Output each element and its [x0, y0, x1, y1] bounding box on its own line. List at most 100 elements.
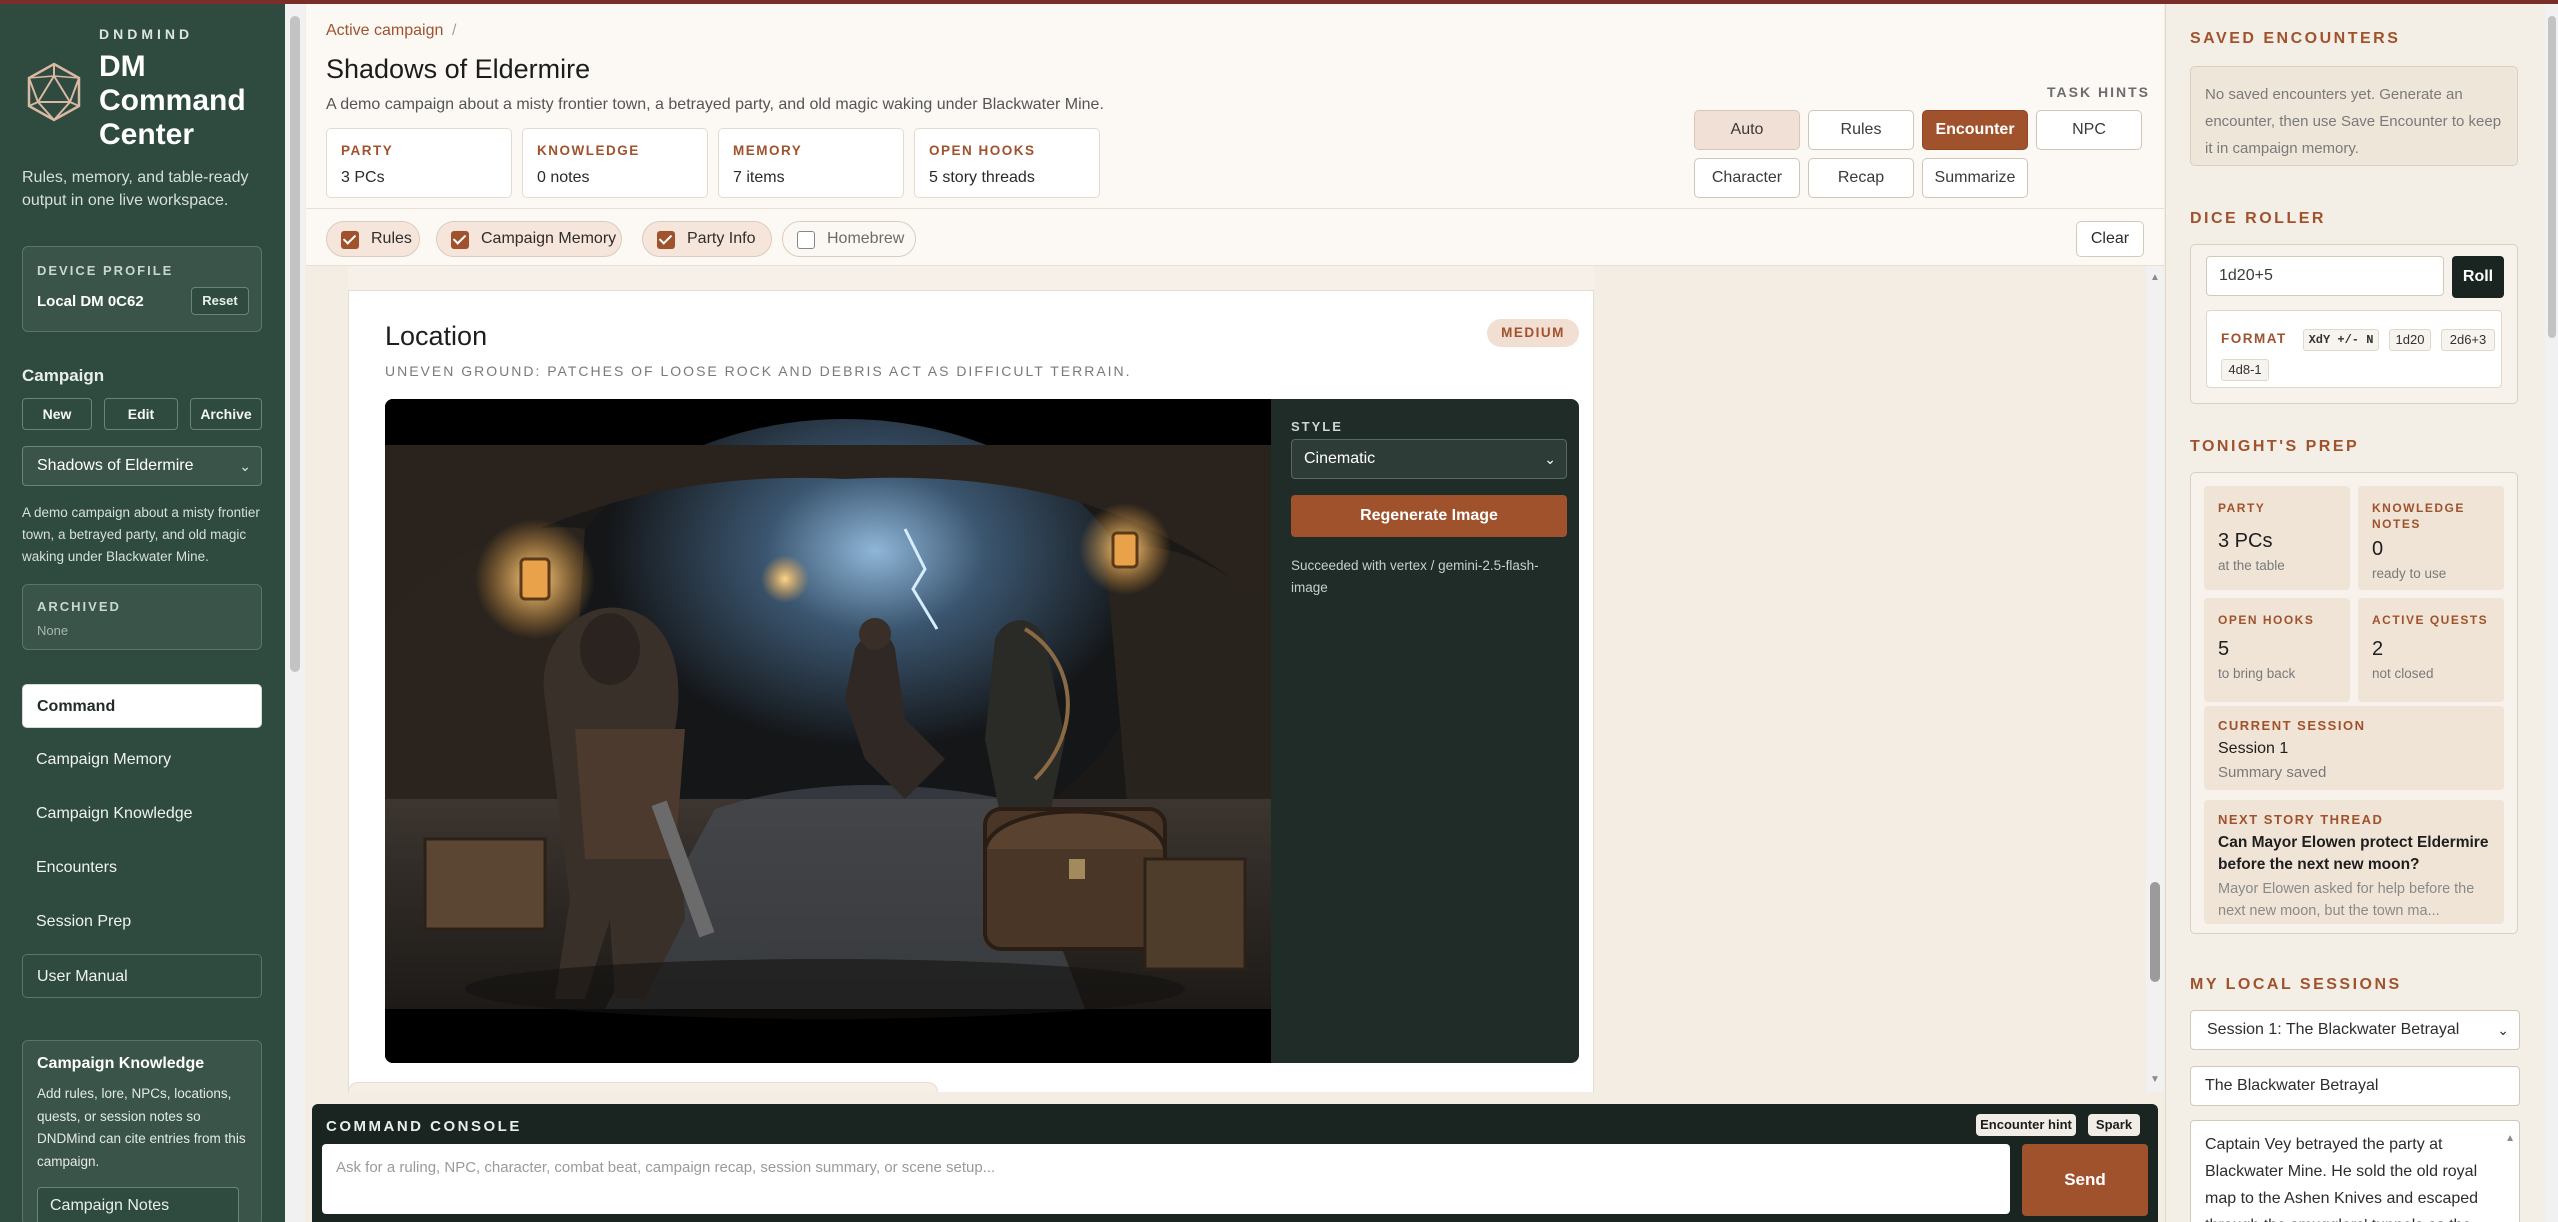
- tile-sub: not closed: [2372, 666, 2434, 681]
- device-profile-label: DEVICE PROFILE: [37, 263, 174, 278]
- filter-party-info-checkbox[interactable]: Party Info: [642, 221, 772, 257]
- nav-item-session-prep[interactable]: Session Prep: [22, 900, 262, 944]
- page-scrollbar-thumb[interactable]: [2548, 16, 2556, 338]
- prep-tile-knowledge: KNOWLEDGE NOTES 0 ready to use: [2358, 486, 2504, 590]
- stat-memory: MEMORY 7 items: [718, 128, 904, 198]
- session-summary-textarea[interactable]: Captain Vey betrayed the party at Blackw…: [2190, 1120, 2520, 1222]
- hint-encounter-button[interactable]: Encounter: [1922, 110, 2028, 150]
- command-input[interactable]: Ask for a ruling, NPC, character, combat…: [322, 1144, 2010, 1214]
- session-select[interactable]: Session 1: The Blackwater Betrayal ⌄: [2190, 1010, 2520, 1050]
- output-area: Location MEDIUM UNEVEN GROUND: PATCHES O…: [306, 266, 2164, 1092]
- generated-scene-image: [385, 399, 1271, 1063]
- nav-item-campaign-memory[interactable]: Campaign Memory: [22, 738, 262, 782]
- local-sessions-heading: MY LOCAL SESSIONS: [2190, 976, 2402, 993]
- filter-label: Rules: [371, 230, 412, 247]
- scroll-up-arrow-icon[interactable]: ▲: [2505, 1125, 2515, 1152]
- nav-item-user-manual[interactable]: User Manual: [22, 954, 262, 998]
- next-story-thread-tile[interactable]: NEXT STORY THREAD Can Mayor Elowen prote…: [2204, 800, 2504, 924]
- campaign-header: Active campaign / Shadows of Eldermire A…: [306, 4, 2164, 208]
- image-style-value: Cinematic: [1304, 450, 1376, 467]
- stat-party: PARTY 3 PCs: [326, 128, 512, 198]
- hint-rules-button[interactable]: Rules: [1808, 110, 1914, 150]
- tile-value: 5: [2218, 638, 2230, 660]
- session-select-value: Session 1: The Blackwater Betrayal: [2207, 1021, 2460, 1038]
- cave-scene-illustration: [385, 399, 1271, 1063]
- format-chip[interactable]: 2d6+3: [2441, 329, 2495, 351]
- page-scrollbar[interactable]: [2545, 4, 2558, 1222]
- stat-label: KNOWLEDGE: [537, 143, 640, 158]
- filter-campaign-memory-checkbox[interactable]: Campaign Memory: [436, 221, 622, 257]
- tile-sub: ready to use: [2372, 566, 2447, 581]
- prep-tile-open-hooks: OPEN HOOKS 5 to bring back: [2204, 598, 2350, 702]
- location-card: Location MEDIUM UNEVEN GROUND: PATCHES O…: [348, 290, 1594, 1092]
- new-campaign-button[interactable]: New: [22, 398, 92, 430]
- scroll-down-arrow-icon[interactable]: ▼: [2150, 1074, 2160, 1085]
- previous-card-edge: [348, 266, 1594, 292]
- tile-sub: to bring back: [2218, 666, 2296, 681]
- filter-rules-checkbox[interactable]: Rules: [326, 221, 420, 257]
- tile-sub: at the table: [2218, 558, 2285, 573]
- image-style-select[interactable]: Cinematic ⌄: [1291, 439, 1567, 479]
- send-button[interactable]: Send: [2022, 1144, 2148, 1216]
- dice-expression-input[interactable]: 1d20+5: [2206, 256, 2444, 296]
- output-scrollbar[interactable]: ▲ ▼: [2146, 266, 2164, 1092]
- d20-logo-icon: [27, 62, 81, 122]
- campaign-notes-button[interactable]: Campaign Notes: [37, 1187, 239, 1222]
- chevron-down-icon: ⌄: [2497, 1022, 2509, 1038]
- task-hints-label: TASK HINTS: [2047, 84, 2150, 100]
- sidebar-scrollbar[interactable]: [285, 4, 305, 1222]
- clear-button[interactable]: Clear: [2076, 221, 2144, 257]
- stat-label: MEMORY: [733, 143, 803, 158]
- tile-value: 0: [2372, 538, 2384, 560]
- tonights-prep-heading: TONIGHT'S PREP: [2190, 438, 2360, 455]
- nav-item-command[interactable]: Command: [22, 684, 262, 728]
- hint-character-button[interactable]: Character: [1694, 158, 1800, 198]
- campaign-knowledge-desc: Add rules, lore, NPCs, locations, quests…: [37, 1086, 246, 1169]
- page-subtitle: A demo campaign about a misty frontier t…: [326, 96, 1104, 113]
- reset-device-button[interactable]: Reset: [191, 287, 249, 315]
- checkbox-checked-icon: [341, 231, 359, 249]
- prep-tile-active-quests: ACTIVE QUESTS 2 not closed: [2358, 598, 2504, 702]
- spark-button[interactable]: Spark: [2088, 1114, 2140, 1136]
- hint-recap-button[interactable]: Recap: [1808, 158, 1914, 198]
- current-session-value: Session 1: [2218, 740, 2289, 757]
- roll-button[interactable]: Roll: [2452, 256, 2504, 298]
- tile-label: OPEN HOOKS: [2218, 613, 2315, 627]
- breadcrumb[interactable]: Active campaign: [326, 22, 443, 40]
- generation-status: Succeeded with vertex / gemini-2.5-flash…: [1291, 558, 1539, 595]
- hint-npc-button[interactable]: NPC: [2036, 110, 2142, 150]
- campaign-knowledge-panel: Campaign Knowledge Add rules, lore, NPCs…: [22, 1040, 262, 1222]
- device-name: Local DM 0C62: [37, 293, 144, 310]
- filter-label: Campaign Memory: [481, 230, 617, 247]
- campaign-select[interactable]: Shadows of Eldermire ⌄: [22, 446, 262, 486]
- left-sidebar: DNDMIND DM Command Center Rules, memory,…: [0, 4, 285, 1222]
- nav-item-campaign-knowledge[interactable]: Campaign Knowledge: [22, 792, 262, 836]
- location-card-title: Location: [385, 321, 488, 351]
- hint-auto-button[interactable]: Auto: [1694, 110, 1800, 150]
- format-chip[interactable]: 4d8-1: [2221, 359, 2269, 381]
- sidebar-scrollbar-thumb[interactable]: [290, 16, 300, 672]
- nav-item-encounters[interactable]: Encounters: [22, 846, 262, 890]
- location-card-subtitle: UNEVEN GROUND: PATCHES OF LOOSE ROCK AND…: [385, 363, 1132, 379]
- breadcrumb-separator: /: [452, 22, 457, 39]
- output-scrollbar-thumb[interactable]: [2150, 882, 2160, 982]
- right-sidebar: SAVED ENCOUNTERS No saved encounters yet…: [2165, 4, 2545, 1222]
- filter-homebrew-checkbox[interactable]: Homebrew: [782, 221, 916, 257]
- style-label: STYLE: [1291, 419, 1343, 434]
- saved-encounters-heading: SAVED ENCOUNTERS: [2190, 30, 2401, 47]
- tile-label: ACTIVE QUESTS: [2372, 613, 2489, 627]
- regenerate-image-button[interactable]: Regenerate Image: [1291, 495, 1567, 537]
- archive-campaign-button[interactable]: Archive: [190, 398, 262, 430]
- scroll-up-arrow-icon[interactable]: ▲: [2150, 272, 2160, 283]
- tile-value: 3 PCs: [2218, 530, 2273, 552]
- format-chip[interactable]: XdY +/- N: [2303, 329, 2379, 351]
- hint-summarize-button[interactable]: Summarize: [1922, 158, 2028, 198]
- command-console: COMMAND CONSOLE Encounter hint Spark Ask…: [312, 1104, 2158, 1222]
- encounter-hint-tag[interactable]: Encounter hint: [1976, 1114, 2076, 1136]
- prep-tile-party: PARTY 3 PCs at the table: [2204, 486, 2350, 590]
- session-title-input[interactable]: The Blackwater Betrayal: [2190, 1066, 2520, 1106]
- stat-value: 7 items: [733, 169, 785, 186]
- format-chip[interactable]: 1d20: [2389, 329, 2431, 351]
- edit-campaign-button[interactable]: Edit: [104, 398, 178, 430]
- session-summary-text: Captain Vey betrayed the party at Blackw…: [2205, 1136, 2479, 1222]
